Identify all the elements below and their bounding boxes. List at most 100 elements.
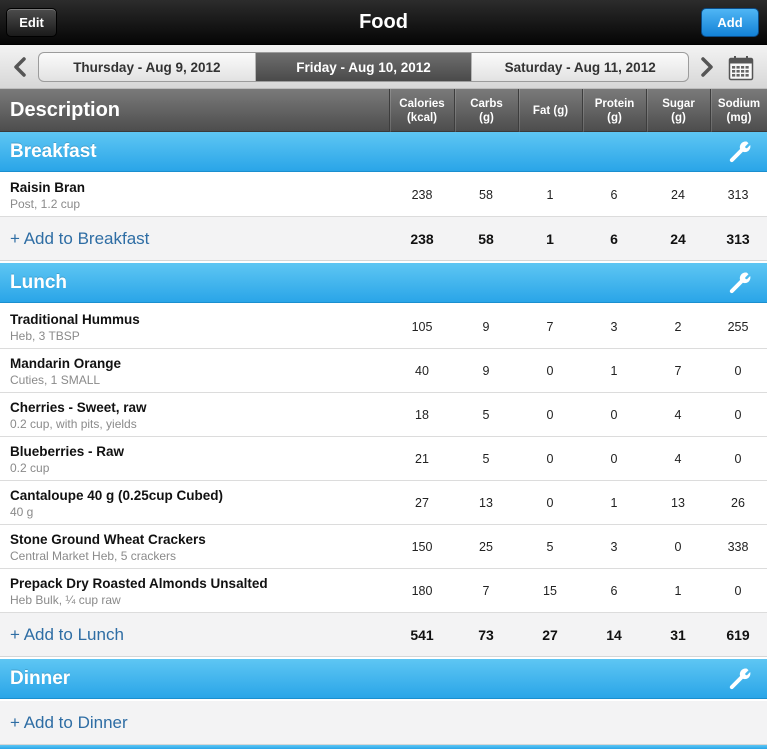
- total-sugar: 24: [670, 231, 686, 247]
- fat-value: 7: [546, 320, 554, 334]
- total-protein: 14: [606, 627, 622, 643]
- date-current-day[interactable]: Friday - Aug 10, 2012: [255, 53, 473, 81]
- food-name: Raisin Bran: [10, 180, 86, 195]
- calendar-icon[interactable]: [728, 55, 754, 81]
- food-name: Cantaloupe 40 g (0.25cup Cubed): [10, 488, 224, 503]
- total-fat: 1: [546, 231, 554, 247]
- fat-value: 5: [546, 540, 554, 554]
- table-row[interactable]: Cantaloupe 40 g (0.25cup Cubed) 40 g 27 …: [0, 481, 767, 525]
- food-name: Traditional Hummus: [10, 312, 140, 327]
- calories-value: 180: [411, 584, 433, 598]
- protein-value: 6: [610, 188, 618, 202]
- food-serving: Heb, 3 TBSP: [10, 329, 80, 343]
- table-row[interactable]: Traditional Hummus Heb, 3 TBSP 105 9 7 3…: [0, 305, 767, 349]
- section-header-dinner: Dinner: [0, 659, 767, 699]
- sugar-value: 4: [674, 452, 682, 466]
- edit-button[interactable]: Edit: [6, 8, 57, 37]
- date-selector-bar: Thursday - Aug 9, 2012 Friday - Aug 10, …: [0, 45, 767, 89]
- calories-value: 238: [411, 188, 433, 202]
- sodium-value: 313: [727, 188, 749, 202]
- protein-value: 3: [610, 320, 618, 334]
- column-sodium: Sodium (mg): [710, 89, 767, 132]
- table-row[interactable]: Mandarin Orange Cuties, 1 SMALL 40 9 0 1…: [0, 349, 767, 393]
- sugar-value: 7: [674, 364, 682, 378]
- food-serving: 40 g: [10, 505, 34, 519]
- column-protein: Protein (g): [582, 89, 646, 132]
- table-row[interactable]: Stone Ground Wheat Crackers Central Mark…: [0, 525, 767, 569]
- next-section-header: [0, 745, 767, 749]
- column-fat: Fat (g): [518, 89, 582, 132]
- date-previous-day[interactable]: Thursday - Aug 9, 2012: [39, 53, 256, 81]
- protein-value: 1: [610, 496, 618, 510]
- column-carbs: Carbs (g): [454, 89, 518, 132]
- carbs-value: 25: [479, 540, 493, 554]
- column-sugar: Sugar (g): [646, 89, 710, 132]
- total-calories: 541: [410, 627, 434, 643]
- carbs-value: 5: [482, 452, 490, 466]
- total-carbs: 73: [478, 627, 494, 643]
- carbs-value: 5: [482, 408, 490, 422]
- food-serving: Cuties, 1 SMALL: [10, 373, 101, 387]
- sodium-value: 26: [731, 496, 745, 510]
- fat-value: 15: [543, 584, 557, 598]
- carbs-value: 9: [482, 320, 490, 334]
- food-serving: 0.2 cup, with pits, yields: [10, 417, 137, 431]
- section-title: Dinner: [10, 668, 71, 689]
- total-sodium: 313: [726, 231, 750, 247]
- fat-value: 0: [546, 364, 554, 378]
- food-name: Prepack Dry Roasted Almonds Unsalted: [10, 576, 268, 591]
- add-to-breakfast-link[interactable]: + Add to Breakfast: [10, 217, 149, 261]
- date-next-day[interactable]: Saturday - Aug 11, 2012: [472, 53, 688, 81]
- table-row[interactable]: Blueberries - Raw 0.2 cup 21 5 0 0 4 0: [0, 437, 767, 481]
- add-row-lunch: + Add to Lunch 541 73 27 14 31 619: [0, 613, 767, 657]
- protein-value: 0: [610, 452, 618, 466]
- calories-value: 21: [415, 452, 429, 466]
- total-fat: 27: [542, 627, 558, 643]
- protein-value: 3: [610, 540, 618, 554]
- sodium-value: 255: [727, 320, 749, 334]
- sodium-value: 0: [734, 452, 742, 466]
- food-name: Cherries - Sweet, raw: [10, 400, 147, 415]
- page-title: Food: [359, 11, 408, 33]
- food-serving: Heb Bulk, ¼ cup raw: [10, 593, 121, 607]
- total-sugar: 31: [670, 627, 686, 643]
- table-row[interactable]: Raisin Bran Post, 1.2 cup 238 58 1 6 24 …: [0, 173, 767, 217]
- carbs-value: 58: [479, 188, 493, 202]
- total-protein: 6: [610, 231, 618, 247]
- column-calories: Calories (kcal): [389, 89, 454, 132]
- date-segmented-control: Thursday - Aug 9, 2012 Friday - Aug 10, …: [38, 52, 689, 82]
- sodium-value: 0: [734, 584, 742, 598]
- add-row-breakfast: + Add to Breakfast 238 58 1 6 24 313: [0, 217, 767, 261]
- chevron-left-icon[interactable]: [10, 56, 30, 78]
- add-to-dinner-link[interactable]: + Add to Dinner: [10, 701, 128, 745]
- food-serving: Post, 1.2 cup: [10, 197, 81, 211]
- fat-value: 1: [546, 188, 554, 202]
- carbs-value: 9: [482, 364, 490, 378]
- total-carbs: 58: [478, 231, 494, 247]
- sugar-value: 1: [674, 584, 682, 598]
- section-header-lunch: Lunch: [0, 263, 767, 303]
- sugar-value: 24: [671, 188, 685, 202]
- food-serving: 0.2 cup: [10, 461, 50, 475]
- protein-value: 0: [610, 408, 618, 422]
- navigation-bar: Food Edit Add: [0, 0, 767, 45]
- add-button[interactable]: Add: [701, 8, 759, 37]
- add-to-lunch-link[interactable]: + Add to Lunch: [10, 613, 124, 657]
- calories-value: 40: [415, 364, 429, 378]
- calories-value: 105: [411, 320, 433, 334]
- total-sodium: 619: [726, 627, 750, 643]
- protein-value: 6: [610, 584, 618, 598]
- chevron-right-icon[interactable]: [697, 56, 717, 78]
- section-title: Breakfast: [10, 141, 97, 162]
- carbs-value: 13: [479, 496, 493, 510]
- calories-value: 27: [415, 496, 429, 510]
- wrench-icon[interactable]: [728, 140, 752, 164]
- food-serving: Central Market Heb, 5 crackers: [10, 549, 177, 563]
- wrench-icon[interactable]: [728, 271, 752, 295]
- wrench-icon[interactable]: [728, 667, 752, 691]
- sodium-value: 0: [734, 364, 742, 378]
- food-name: Stone Ground Wheat Crackers: [10, 532, 206, 547]
- table-row[interactable]: Prepack Dry Roasted Almonds Unsalted Heb…: [0, 569, 767, 613]
- table-row[interactable]: Cherries - Sweet, raw 0.2 cup, with pits…: [0, 393, 767, 437]
- sodium-value: 0: [734, 408, 742, 422]
